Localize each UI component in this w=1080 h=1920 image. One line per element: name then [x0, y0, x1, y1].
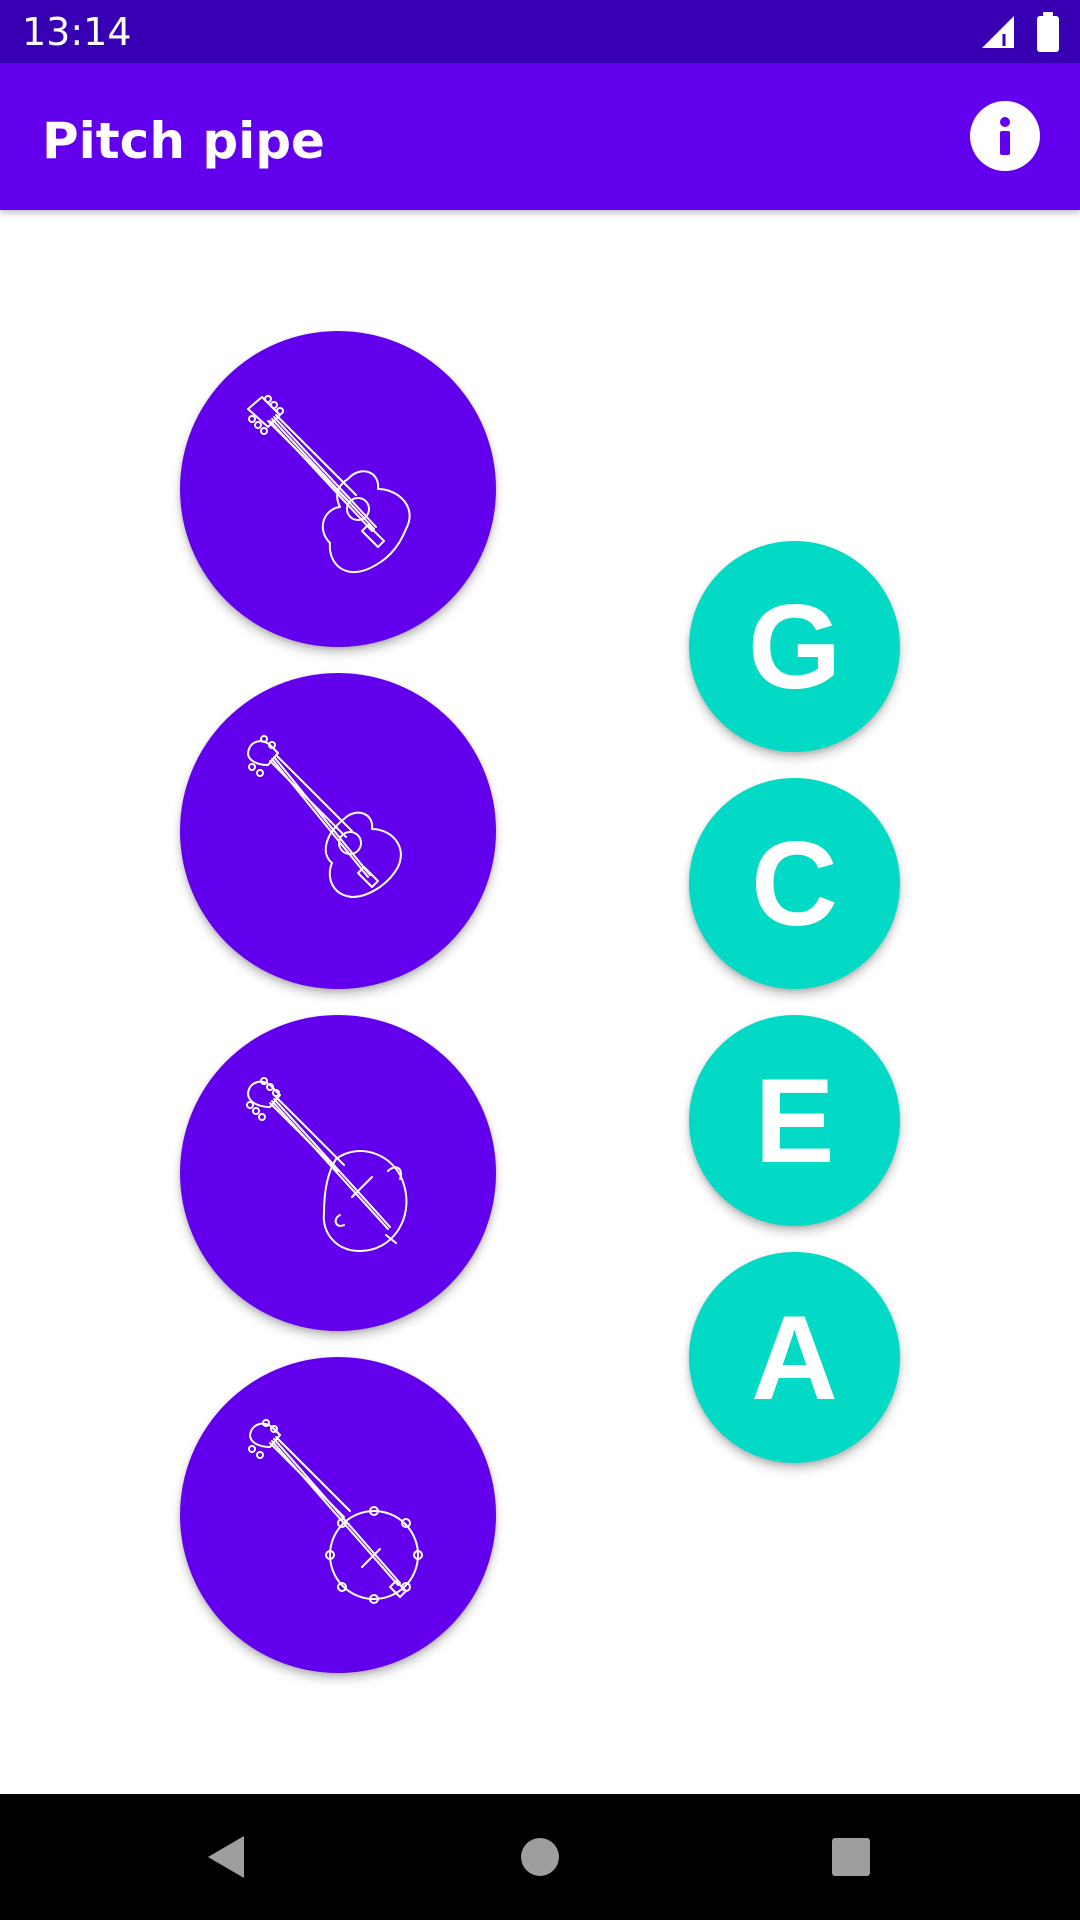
info-button[interactable] [970, 101, 1040, 171]
note-g-button[interactable]: G [689, 541, 900, 752]
ukulele-button[interactable] [180, 673, 496, 989]
status-time: 13:14 [22, 10, 132, 54]
back-icon [208, 1836, 244, 1878]
mandolin-button[interactable] [180, 1015, 496, 1331]
back-button[interactable] [190, 1822, 260, 1892]
note-c-button[interactable]: C [689, 778, 900, 989]
note-a-button[interactable]: A [689, 1252, 900, 1463]
mandolin-icon [246, 1077, 408, 1252]
page-title: Pitch pipe [42, 112, 325, 170]
recents-button[interactable] [816, 1822, 886, 1892]
info-icon [1000, 117, 1010, 155]
note-e-button[interactable]: E [689, 1015, 900, 1226]
banjo-button[interactable] [180, 1357, 496, 1673]
status-icons [980, 12, 1060, 52]
signal-icon [982, 16, 1014, 48]
recents-icon [832, 1838, 870, 1876]
battery-icon [1037, 12, 1059, 52]
app-bar: Pitch pipe [0, 63, 1080, 210]
guitar-button[interactable] [180, 331, 496, 647]
banjo-icon [248, 1419, 423, 1604]
navigation-bar [0, 1794, 1080, 1920]
home-button[interactable] [505, 1822, 575, 1892]
status-bar: 13:14 [0, 0, 1080, 63]
guitar-icon [247, 395, 411, 574]
home-icon [521, 1838, 559, 1876]
ukulele-icon [247, 735, 402, 898]
